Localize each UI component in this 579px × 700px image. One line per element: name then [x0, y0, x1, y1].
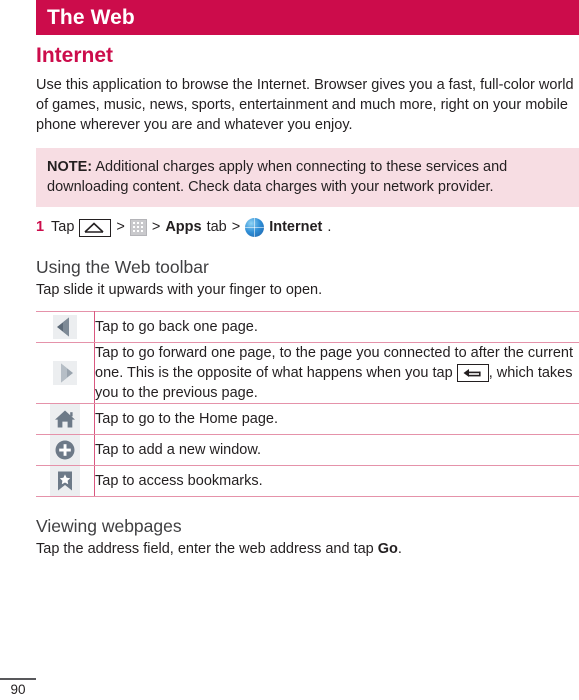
toolbar-desc-text: Tap to go back one page. [95, 319, 258, 335]
toolbar-desc-text: Tap to add a new window. [95, 442, 262, 458]
back-key-icon[interactable] [456, 364, 489, 383]
back-arrow-icon[interactable] [50, 312, 80, 342]
apps-grid-icon[interactable] [129, 219, 147, 236]
step-text: Tap > > Apps tab > Internet. [51, 217, 336, 238]
step-separator-3: > [231, 219, 241, 235]
tab-word: tab [206, 219, 227, 235]
note-text: Additional charges apply when connecting… [47, 159, 508, 195]
viewing-section-title: Viewing webpages [36, 516, 182, 536]
step-1: 1 Tap > > Apps tab > Internet. [36, 217, 579, 238]
apps-tab-label[interactable]: Apps [165, 217, 201, 238]
step-separator-1: > [116, 219, 125, 235]
table-row: Tap to go back one page. [36, 311, 579, 343]
chapter-header-bar: The Web [36, 0, 579, 35]
toolbar-desc-cell: Tap to add a new window. [94, 434, 579, 466]
footer-divider [0, 678, 36, 680]
home-icon[interactable] [50, 404, 80, 434]
forward-arrow-icon[interactable] [50, 358, 80, 388]
toolbar-desc-cell: Tap to go forward one page, to the page … [94, 342, 579, 404]
note-label: NOTE: [47, 159, 93, 175]
toolbar-desc-text: Tap to access bookmarks. [95, 473, 263, 489]
toolbar-desc-cell: Tap to go back one page. [94, 311, 579, 343]
toolbar-icon-cell [36, 465, 95, 497]
globe-icon[interactable] [245, 218, 265, 237]
page-title: Internet [36, 44, 114, 67]
table-row: Tap to access bookmarks. [36, 465, 579, 497]
toolbar-desc-cell: Tap to go to the Home page. [94, 403, 579, 435]
step-period: . [327, 219, 332, 235]
toolbar-icon-cell [36, 434, 95, 466]
plus-circle-icon[interactable] [50, 435, 80, 465]
step-separator-2: > [151, 219, 161, 235]
toolbar-icon-cell [36, 403, 95, 435]
chapter-title: The Web [47, 6, 135, 29]
toolbar-desc-cell: Tap to access bookmarks. [94, 465, 579, 497]
step-number: 1 [36, 219, 45, 235]
page-number: 90 [10, 682, 26, 697]
viewing-text-after: . [397, 541, 402, 557]
step-verb: Tap [51, 219, 75, 235]
home-key-icon[interactable] [79, 218, 112, 237]
toolbar-section-title: Using the Web toolbar [36, 257, 209, 277]
table-row: Tap to add a new window. [36, 434, 579, 466]
page-content: Internet Use this application to browse … [36, 35, 579, 559]
go-button-label[interactable]: Go [378, 541, 398, 557]
note-callout: NOTE: Additional charges apply when conn… [36, 148, 579, 207]
internet-app-label[interactable]: Internet [269, 217, 322, 238]
intro-paragraph: Use this application to browse the Inter… [36, 77, 574, 133]
table-row: Tap to go to the Home page. [36, 403, 579, 435]
toolbar-table: Tap to go back one page. Tap to go forwa… [36, 311, 579, 497]
toolbar-desc-text: Tap to go to the Home page. [95, 411, 278, 427]
bookmark-star-icon[interactable] [50, 466, 80, 496]
viewing-section-text: Tap the address field, enter the web add… [36, 539, 579, 559]
toolbar-section-subtitle: Tap slide it upwards with your finger to… [36, 282, 323, 298]
toolbar-icon-cell [36, 311, 95, 343]
table-row: Tap to go forward one page, to the page … [36, 342, 579, 404]
toolbar-icon-cell [36, 342, 95, 404]
viewing-text-before: Tap the address field, enter the web add… [36, 541, 374, 557]
